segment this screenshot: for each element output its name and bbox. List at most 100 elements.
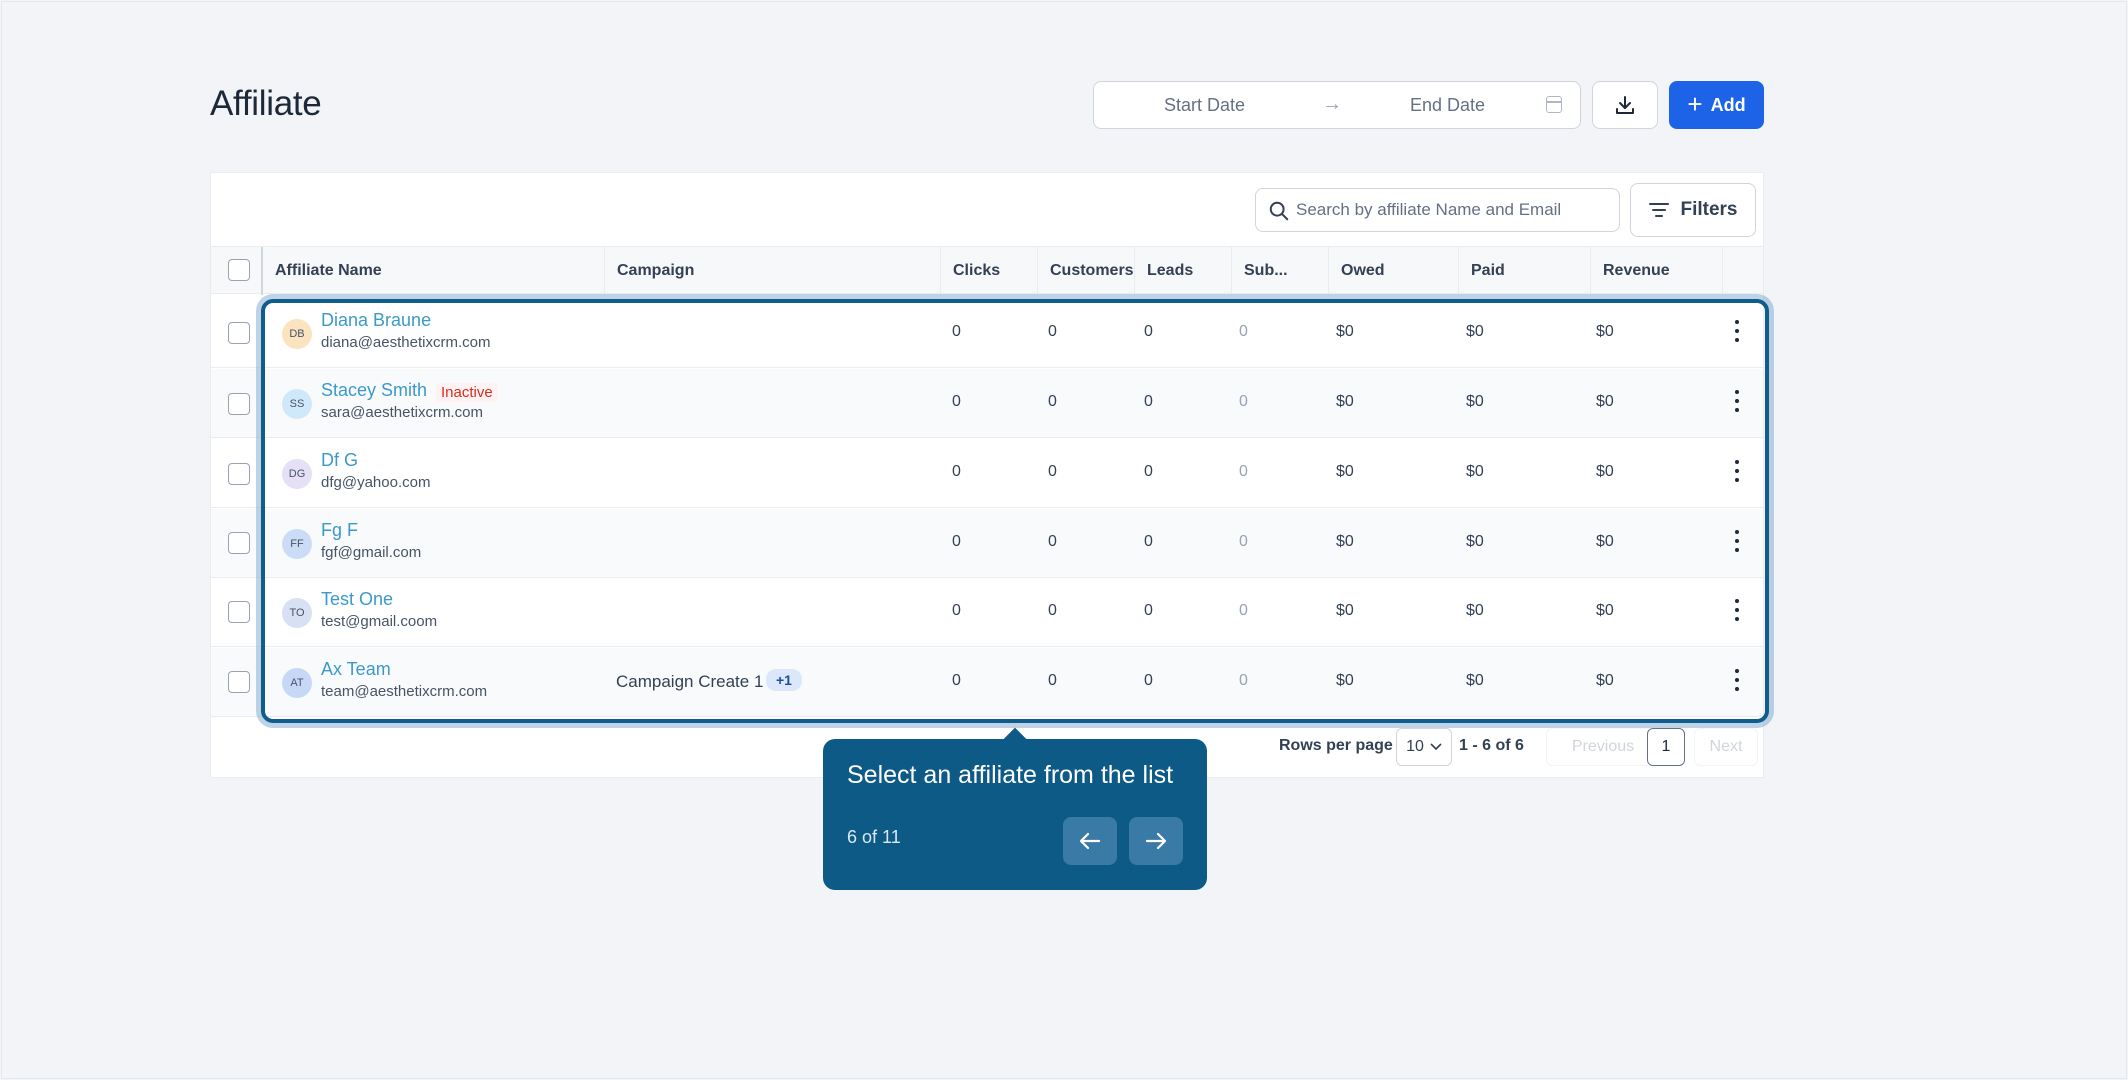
row-checkbox[interactable]: [228, 393, 250, 415]
avatar: FF: [282, 529, 312, 559]
clicks-value: 0: [952, 533, 961, 550]
affiliate-email: test@gmail.coom: [321, 613, 438, 630]
leads-value: 0: [1144, 533, 1153, 550]
column-affiliate-name[interactable]: Affiliate Name: [261, 247, 553, 295]
sub-value: 0: [1239, 463, 1248, 480]
date-range-picker[interactable]: Start Date → End Date: [1093, 81, 1581, 129]
clicks-value: 0: [952, 323, 961, 340]
select-all-checkbox[interactable]: [228, 259, 250, 281]
tour-step-count: 6 of 11: [847, 827, 901, 847]
kebab-icon[interactable]: [1735, 390, 1741, 412]
owed-value: $0: [1336, 602, 1354, 619]
clicks-value: 0: [952, 463, 961, 480]
affiliate-email: sara@aesthetixcrm.com: [321, 404, 483, 421]
rows-per-page-label: Rows per page: [1279, 737, 1393, 754]
affiliate-email: dfg@yahoo.com: [321, 474, 431, 491]
page-number-button[interactable]: 1: [1647, 728, 1685, 766]
kebab-icon[interactable]: [1735, 320, 1741, 342]
row-checkbox[interactable]: [228, 322, 250, 344]
column-sub[interactable]: Sub...: [1231, 247, 1328, 295]
tour-previous-button[interactable]: [1063, 817, 1117, 865]
kebab-icon[interactable]: [1735, 669, 1741, 691]
row-checkbox[interactable]: [228, 601, 250, 623]
avatar: DG: [282, 459, 312, 489]
paid-value: $0: [1466, 533, 1484, 550]
affiliate-email: diana@aesthetixcrm.com: [321, 334, 491, 351]
affiliate-name-link[interactable]: Stacey Smith: [321, 380, 427, 401]
revenue-value: $0: [1596, 672, 1614, 689]
row-checkbox[interactable]: [228, 463, 250, 485]
end-date-field[interactable]: End Date: [1410, 95, 1485, 116]
leads-value: 0: [1144, 393, 1153, 410]
download-button[interactable]: [1592, 81, 1658, 129]
affiliate-name-link[interactable]: Fg F: [321, 520, 358, 541]
row-checkbox[interactable]: [228, 532, 250, 554]
column-campaign[interactable]: Campaign: [604, 247, 940, 295]
filters-button[interactable]: Filters: [1630, 183, 1756, 237]
affiliate-name-link[interactable]: Test One: [321, 589, 393, 610]
plus-icon: +: [1687, 88, 1703, 119]
affiliate-name-link[interactable]: Ax Team: [321, 659, 391, 680]
avatar: AT: [282, 668, 312, 698]
affiliate-name-link[interactable]: Diana Braune: [321, 310, 431, 331]
customers-value: 0: [1048, 393, 1057, 410]
sub-value: 0: [1239, 602, 1248, 619]
download-icon: [1616, 96, 1634, 114]
table-row[interactable]: DB Diana Braune diana@aesthetixcrm.com 0…: [211, 299, 1763, 368]
add-button[interactable]: + Add: [1669, 81, 1764, 129]
next-button[interactable]: Next: [1694, 728, 1758, 766]
status-badge: Inactive: [436, 383, 498, 402]
rows-per-page-select[interactable]: 10: [1396, 728, 1452, 766]
kebab-icon[interactable]: [1735, 530, 1741, 552]
sub-value: 0: [1239, 672, 1248, 689]
table-row[interactable]: DG Df G dfg@yahoo.com 0 0 0 0 $0 $0 $0: [211, 439, 1763, 508]
column-owed[interactable]: Owed: [1328, 247, 1458, 295]
customers-value: 0: [1048, 602, 1057, 619]
start-date-field[interactable]: Start Date: [1164, 95, 1245, 116]
kebab-icon[interactable]: [1735, 460, 1741, 482]
previous-button[interactable]: Previous: [1546, 728, 1660, 766]
affiliate-name-link[interactable]: Df G: [321, 450, 358, 471]
table-row[interactable]: TO Test One test@gmail.coom 0 0 0 0 $0 $…: [211, 578, 1763, 647]
avatar: SS: [282, 389, 312, 419]
leads-value: 0: [1144, 672, 1153, 689]
paid-value: $0: [1466, 393, 1484, 410]
leads-value: 0: [1144, 323, 1153, 340]
paid-value: $0: [1466, 323, 1484, 340]
revenue-value: $0: [1596, 323, 1614, 340]
filter-icon: [1649, 203, 1670, 217]
column-leads[interactable]: Leads: [1134, 247, 1231, 295]
owed-value: $0: [1336, 323, 1354, 340]
table-header: Affiliate Name Campaign Clicks Customers…: [211, 246, 1763, 295]
column-paid[interactable]: Paid: [1458, 247, 1590, 295]
clicks-value: 0: [952, 393, 961, 410]
add-button-label: Add: [1710, 94, 1746, 115]
leads-value: 0: [1144, 463, 1153, 480]
column-revenue[interactable]: Revenue: [1590, 247, 1722, 295]
paid-value: $0: [1466, 463, 1484, 480]
table-row[interactable]: AT Ax Team team@aesthetixcrm.com Campaig…: [211, 648, 1763, 717]
table-row[interactable]: FF Fg F fgf@gmail.com 0 0 0 0 $0 $0 $0: [211, 509, 1763, 578]
tour-tooltip: Select an affiliate from the list 6 of 1…: [823, 739, 1207, 890]
column-clicks[interactable]: Clicks: [940, 247, 1037, 295]
affiliate-email: team@aesthetixcrm.com: [321, 683, 488, 700]
customers-value: 0: [1048, 533, 1057, 550]
kebab-icon[interactable]: [1735, 599, 1741, 621]
affiliate-email: fgf@gmail.com: [321, 544, 422, 561]
calendar-icon: [1546, 96, 1562, 113]
campaign-count-badge[interactable]: +1: [766, 669, 802, 691]
search-box[interactable]: [1255, 188, 1620, 232]
search-input[interactable]: [1296, 195, 1611, 225]
sub-value: 0: [1239, 533, 1248, 550]
chevron-down-icon: [1430, 743, 1442, 751]
table-row[interactable]: SS Stacey Smith Inactive sara@aesthetixc…: [211, 369, 1763, 438]
filters-label: Filters: [1680, 199, 1738, 220]
row-checkbox[interactable]: [228, 671, 250, 693]
owed-value: $0: [1336, 533, 1354, 550]
campaign-name: Campaign Create 1: [616, 672, 764, 691]
column-customers[interactable]: Customers: [1037, 247, 1134, 295]
arrow-right-icon: [1145, 832, 1167, 850]
tour-next-button[interactable]: [1129, 817, 1183, 865]
customers-value: 0: [1048, 323, 1057, 340]
arrow-right-icon: →: [1322, 93, 1342, 115]
